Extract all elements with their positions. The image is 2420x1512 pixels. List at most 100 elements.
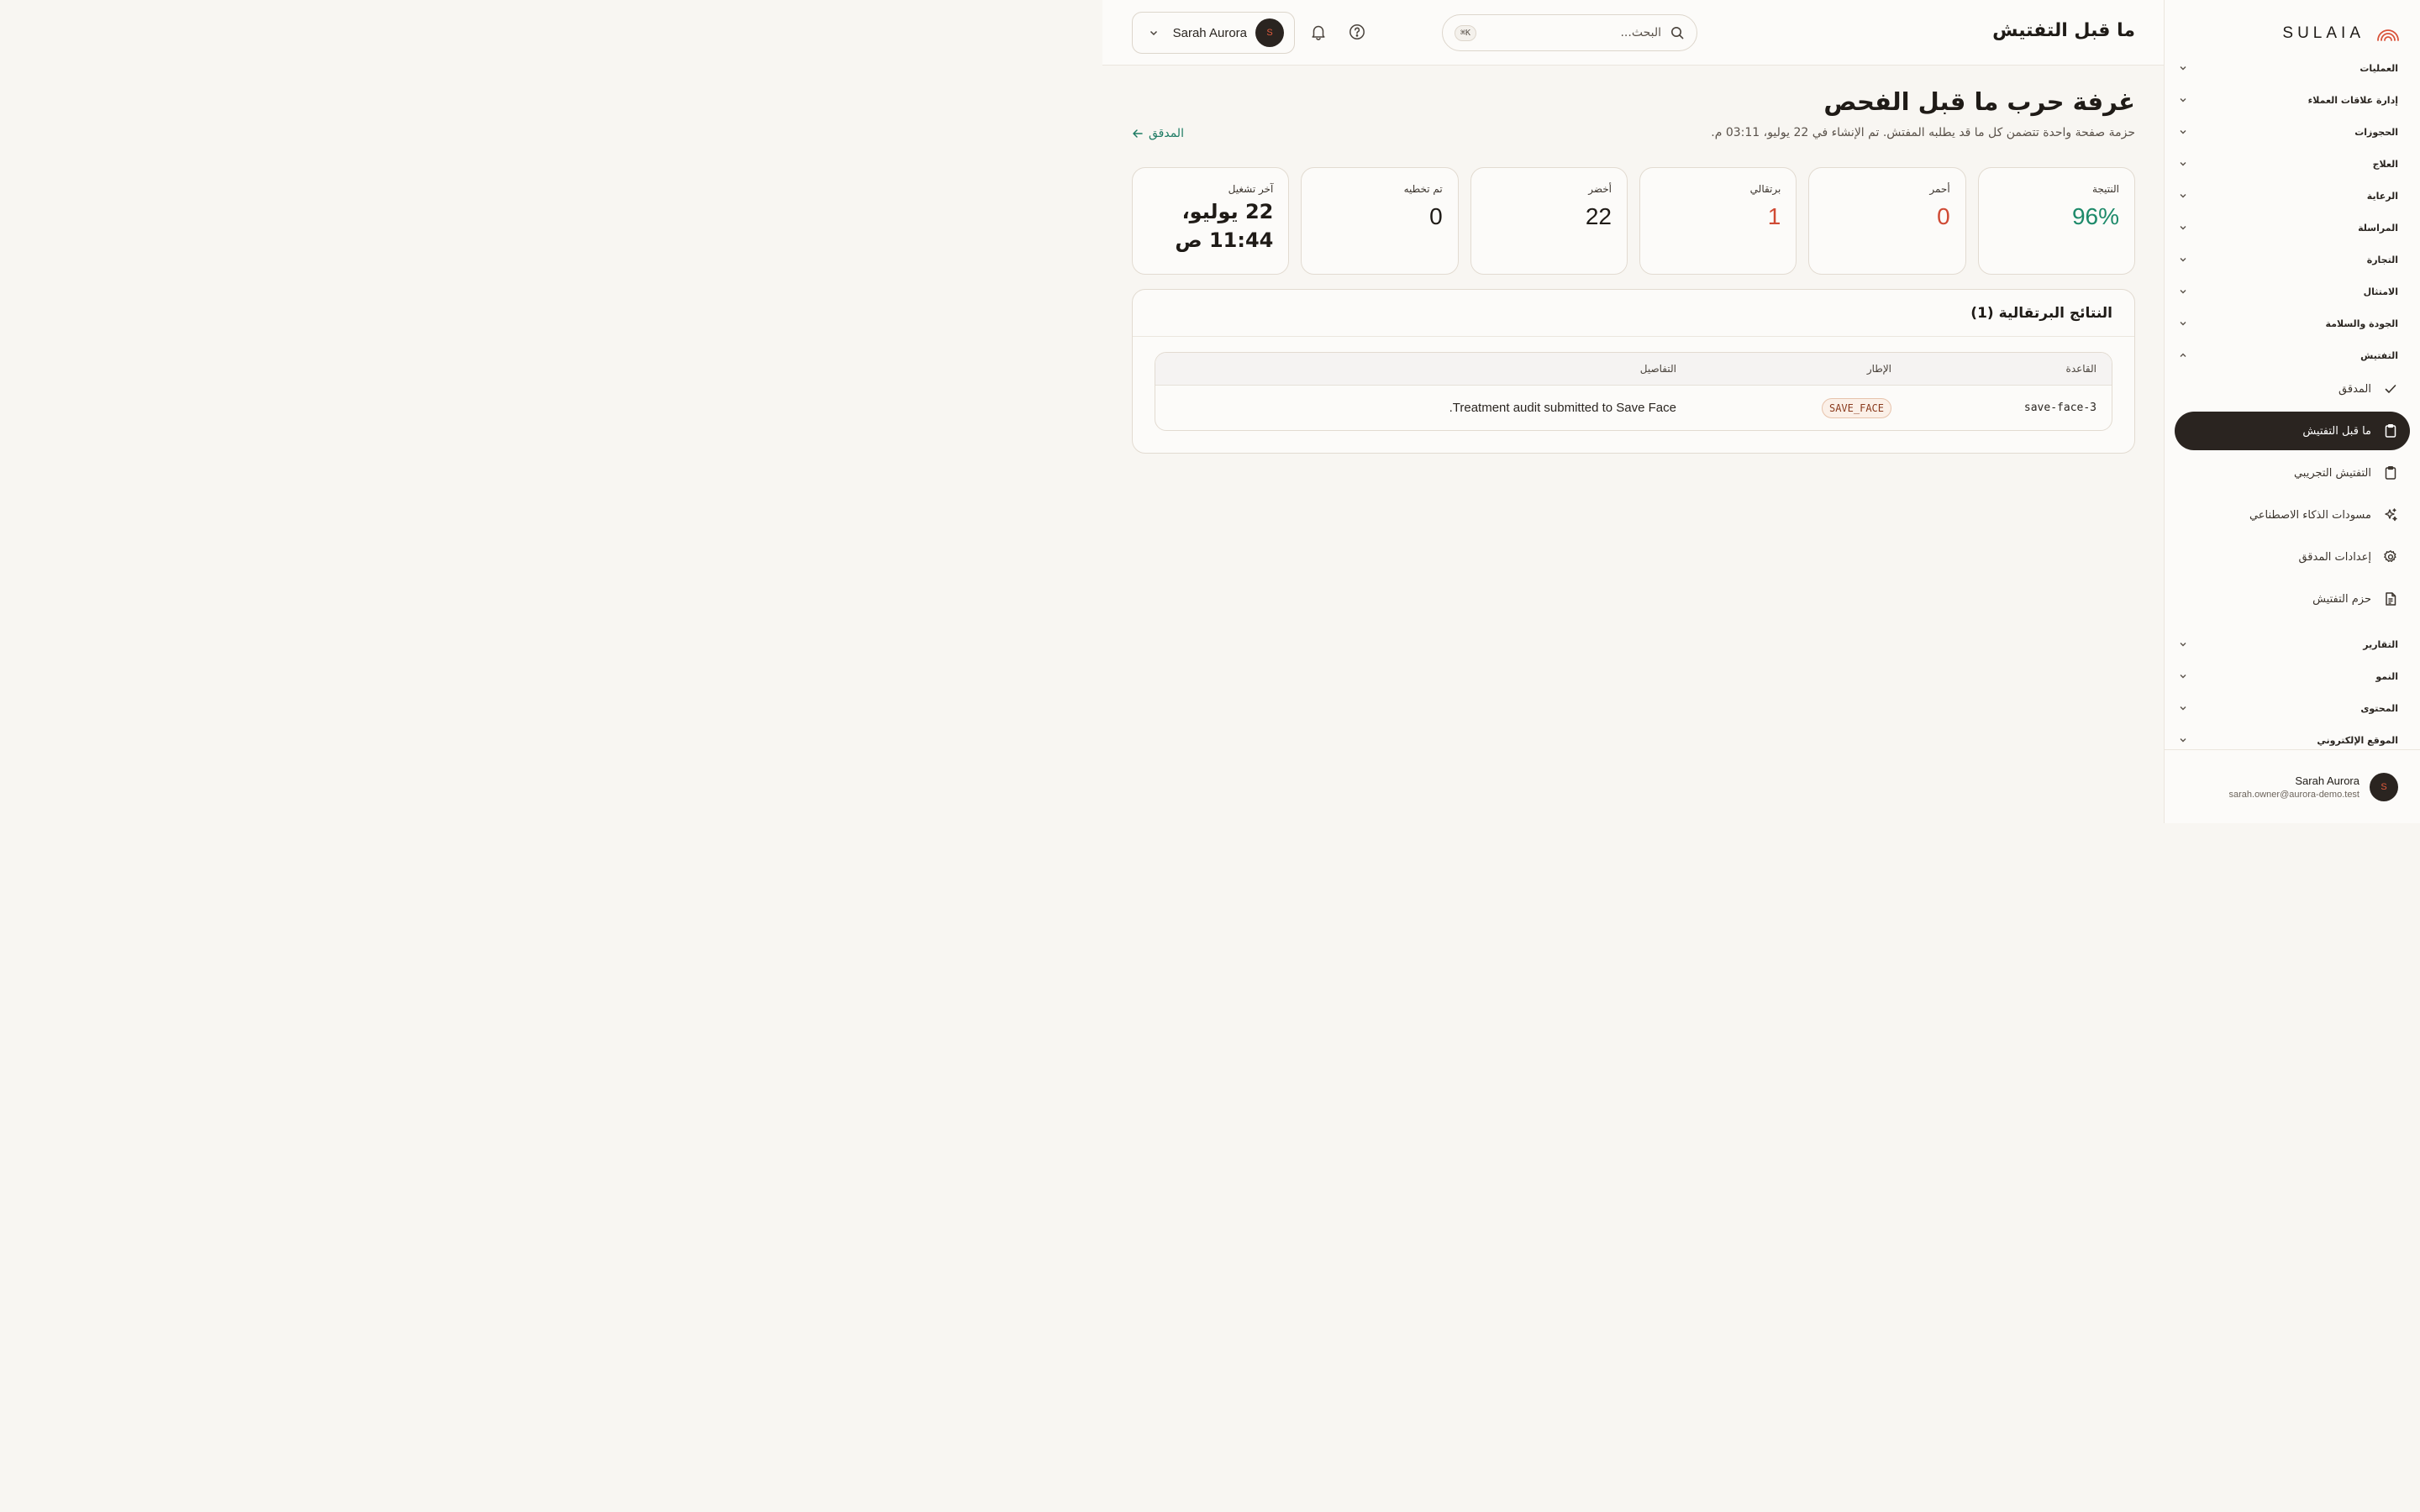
chevron-down-icon — [2178, 95, 2188, 105]
sidebar-group-crm[interactable]: إدارة علاقات العملاء — [2178, 87, 2398, 113]
sparkles-icon — [2383, 507, 2398, 522]
sidebar-group-bookings[interactable]: الحجوزات — [2178, 119, 2398, 144]
chevron-down-icon — [2178, 159, 2188, 169]
top-header: ما قبل التفتيش ⌘K S Sarah Aurora — [1102, 0, 2164, 66]
stat-value: 0 — [1429, 203, 1443, 229]
stats-row: النتيجة 96% أحمر 0 برتقالي 1 أخضر 22 تم … — [1132, 167, 2135, 275]
sidebar-group-inspection[interactable]: التفتيش — [2178, 343, 2398, 368]
stat-card-green: أخضر 22 — [1470, 167, 1628, 275]
orange-results-card: النتائج البرتقالية (1) القاعدة الإطار ال… — [1132, 289, 2135, 454]
sidebar-item-inspection-packs[interactable]: حزم التفتيش — [2175, 580, 2410, 618]
sidebar-item-auditor-settings[interactable]: إعدادات المدقق — [2175, 538, 2410, 576]
chevron-down-icon — [2178, 286, 2188, 297]
sulaia-logo-icon — [2376, 25, 2400, 42]
chevron-down-icon — [2178, 63, 2188, 73]
sidebar-user-info: Sarah Aurora sarah.owner@aurora-demo.tes… — [2229, 774, 2360, 800]
sidebar-group-commerce[interactable]: التجارة — [2178, 247, 2398, 272]
orange-results-title: النتائج البرتقالية (1) — [1970, 304, 2112, 322]
sidebar-item-label: التفتيش التجريبي — [2293, 466, 2371, 480]
sidebar-item-mock-inspection[interactable]: التفتيش التجريبي — [2175, 454, 2410, 492]
stat-card-red: أحمر 0 — [1808, 167, 1966, 275]
document-icon — [2383, 591, 2398, 606]
chevron-down-icon — [2178, 671, 2188, 681]
sidebar-group-label: الجودة والسلامة — [2325, 318, 2398, 329]
card-header: النتائج البرتقالية (1) — [1133, 290, 2134, 337]
check-icon — [2383, 381, 2398, 396]
sidebar-group-label: إدارة علاقات العملاء — [2307, 94, 2398, 106]
stat-label: تم تخطيه — [1403, 183, 1443, 195]
chevron-down-icon — [2178, 735, 2188, 745]
chevron-down-icon — [2178, 639, 2188, 649]
chevron-down-icon — [1148, 27, 1165, 39]
sidebar-group-quality[interactable]: الجودة والسلامة — [2178, 311, 2398, 336]
sidebar-group-label: التقارير — [2363, 638, 2398, 650]
user-menu-name: Sarah Aurora — [1172, 25, 1247, 40]
sidebar-user-email: sarah.owner@aurora-demo.test — [2228, 789, 2360, 800]
search-box[interactable]: ⌘K — [1442, 14, 1697, 51]
avatar: S — [1255, 18, 1284, 47]
sidebar-item-label: حزم التفتيش — [2312, 592, 2371, 606]
sidebar-group-website[interactable]: الموقع الإلكتروني — [2178, 727, 2398, 748]
table-row[interactable]: save-face-3 SAVE_FACE Treatment audit su… — [1155, 386, 2112, 430]
war-room-subtitle: حزمة صفحة واحدة تتضمن كل ما قد يطلبه الم… — [1711, 126, 2135, 139]
stat-value: 1 — [1767, 203, 1781, 229]
sidebar-item-label: مسودات الذكاء الاصطناعي — [2249, 508, 2371, 522]
back-to-auditor-link[interactable]: المدقق — [1132, 127, 1184, 140]
sidebar-group-content[interactable]: المحتوى — [2178, 696, 2398, 721]
sidebar-item-label: المدقق — [2338, 382, 2371, 396]
stat-label: أحمر — [1929, 183, 1950, 195]
frame-cell: SAVE_FACE — [1821, 386, 1891, 430]
details-text: Treatment audit submitted to Save Face. — [1449, 401, 1676, 415]
sidebar-group-reports[interactable]: التقارير — [2178, 632, 2398, 657]
sidebar-group-label: الامتثال — [2363, 286, 2398, 297]
search-input[interactable] — [1485, 26, 1661, 39]
column-header-frame: الإطار — [1866, 363, 1891, 375]
sidebar-group-label: التجارة — [2366, 254, 2398, 265]
stat-label: آخر تشغيل — [1228, 183, 1274, 195]
sidebar-user-footer[interactable]: S Sarah Aurora sarah.owner@aurora-demo.t… — [2165, 749, 2420, 823]
chevron-down-icon — [2178, 191, 2188, 201]
sidebar-group-label: المحتوى — [2360, 702, 2398, 714]
gear-icon — [2383, 549, 2398, 564]
page-title: ما قبل التفتيش — [1992, 20, 2135, 41]
frame-badge: SAVE_FACE — [1821, 397, 1891, 418]
sidebar-item-ai-drafts[interactable]: مسودات الذكاء الاصطناعي — [2175, 496, 2410, 534]
main-content: غرفة حرب ما قبل الفحص حزمة صفحة واحدة تت… — [1102, 66, 2164, 823]
sidebar-group-label: الحجوزات — [2354, 126, 2398, 138]
avatar: S — [2370, 772, 2398, 801]
sidebar-group-label: الرعاية — [2366, 190, 2398, 202]
sidebar-group-growth[interactable]: النمو — [2178, 664, 2398, 689]
chevron-down-icon — [2178, 703, 2188, 713]
brand[interactable]: SULAIA — [2282, 22, 2400, 45]
chevron-down-icon — [2178, 127, 2188, 137]
chevron-down-icon — [2178, 223, 2188, 233]
sidebar-group-label: المراسلة — [2358, 222, 2398, 234]
stat-label: النتيجة — [2091, 183, 2119, 195]
stat-card-last-run: آخر تشغيل 22 يوليو، 11:44 ص — [1132, 167, 1290, 275]
help-icon[interactable] — [1347, 22, 1367, 42]
sidebar-group-compliance[interactable]: الامتثال — [2178, 279, 2398, 304]
sidebar-group-label: العمليات — [2360, 62, 2398, 74]
search-shortcut-badge: ⌘K — [1455, 24, 1477, 41]
sidebar-group-label: العلاج — [2372, 158, 2398, 170]
user-menu-button[interactable]: S Sarah Aurora — [1132, 12, 1295, 54]
stat-label: برتقالي — [1749, 183, 1781, 195]
back-link-label: المدقق — [1149, 127, 1184, 140]
sidebar-item-label: إعدادات المدقق — [2298, 550, 2371, 564]
sidebar-group-care[interactable]: الرعاية — [2178, 183, 2398, 208]
sidebar-group-treatment[interactable]: العلاج — [2178, 151, 2398, 176]
stat-card-orange: برتقالي 1 — [1639, 167, 1797, 275]
column-header-details: التفاصيل — [1639, 363, 1676, 375]
stat-label: أخضر — [1588, 183, 1612, 195]
sidebar-item-auditor[interactable]: المدقق — [2175, 370, 2410, 408]
sidebar-group-operations[interactable]: العمليات — [2178, 55, 2398, 81]
stat-value: 22 يوليو، 11:44 ص — [1175, 200, 1274, 252]
brand-name: SULAIA — [2282, 24, 2365, 42]
sidebar-group-label: التفتيش — [2360, 349, 2398, 361]
war-room-heading: غرفة حرب ما قبل الفحص — [1823, 87, 2135, 116]
sidebar-user-name: Sarah Aurora — [2295, 774, 2360, 787]
sidebar-item-pre-inspection[interactable]: ما قبل التفتيش — [2175, 412, 2410, 450]
sidebar-group-messaging[interactable]: المراسلة — [2178, 215, 2398, 240]
bell-icon[interactable] — [1308, 22, 1328, 42]
orange-results-table: القاعدة الإطار التفاصيل save-face-3 SAVE… — [1155, 352, 2112, 431]
